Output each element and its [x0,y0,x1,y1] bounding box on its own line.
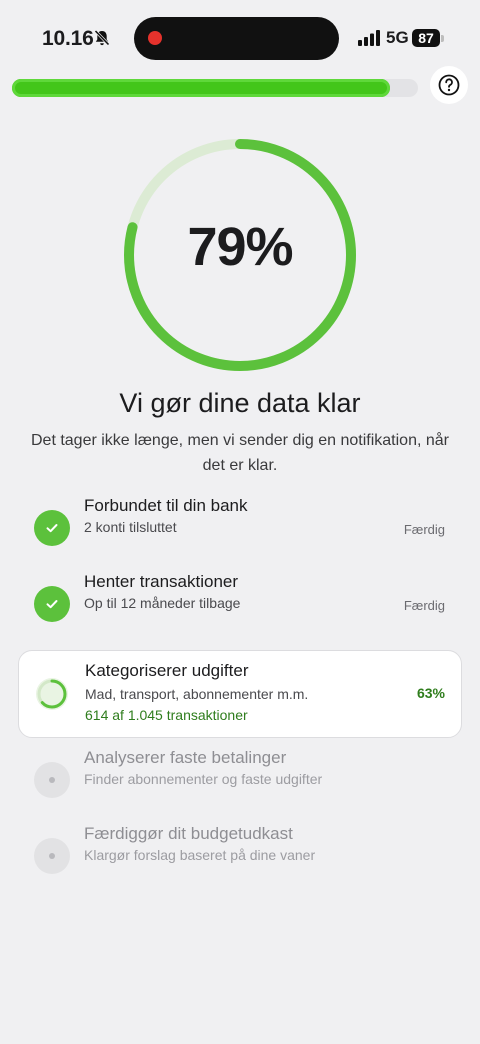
bell-slash-icon [93,29,111,47]
step-status: Færdig [403,522,445,537]
step-status: Færdig [403,598,445,613]
battery-indicator: 87 [412,29,440,47]
step-subtitle: Mad, transport, abonnementer m.m. [85,686,309,702]
step-subtitle: Op til 12 måneder tilbage [84,595,241,611]
page-subtitle: Det tager ikke længe, men vi sender dig … [30,432,449,474]
step-title: Analyserer faste betalinger [84,748,287,767]
step-done-indicator [34,510,70,546]
step-done-indicator [34,586,70,622]
page-title: Vi gør dine data klar [119,388,361,418]
step-pending-indicator [34,762,70,798]
step-subtitle: 2 konti tilsluttet [84,519,177,535]
status-time: 10.16 [42,27,94,50]
step-pending-indicator [34,838,70,874]
step-title: Henter transaktioner [84,572,239,591]
step-subtitle: Klargør forslag baseret på dine vaner [84,847,316,863]
step-title: Kategoriserer udgifter [85,661,249,680]
step-percent: 63% [416,685,445,701]
step-title: Forbundet til din bank [84,496,248,515]
check-icon [46,600,58,609]
step-transaction-count: 614 af 1.045 transaktioner [85,707,248,723]
step-progress-indicator [36,678,68,710]
top-progress-bar [12,79,418,97]
step-connected-bank: Forbundet til din bank 2 konti tilslutte… [18,486,462,572]
check-icon [46,524,58,533]
step-title: Færdiggør dit budgetudkast [84,824,293,843]
recording-indicator [148,31,162,45]
step-subtitle: Finder abonnementer og faste udgifter [84,771,323,787]
battery-tip [441,35,444,42]
top-progress-fill [12,79,390,97]
network-type: 5G [386,28,409,47]
step-categorizing-expenses: Kategoriserer udgifter Mad, transport, a… [18,650,462,738]
question-circle-icon [438,74,460,96]
step-analyze-recurring: Analyserer faste betalinger Finder abonn… [18,738,462,824]
dynamic-island [134,17,339,60]
progress-percent: 79% [187,217,293,277]
help-button[interactable] [430,66,468,104]
step-finalize-budget: Færdiggør dit budgetudkast Klargør forsl… [18,814,462,900]
signal-icon [358,30,380,46]
status-bar: 10.16 5G 87 [0,0,480,72]
step-fetch-transactions: Henter transaktioner Op til 12 måneder t… [18,562,462,648]
